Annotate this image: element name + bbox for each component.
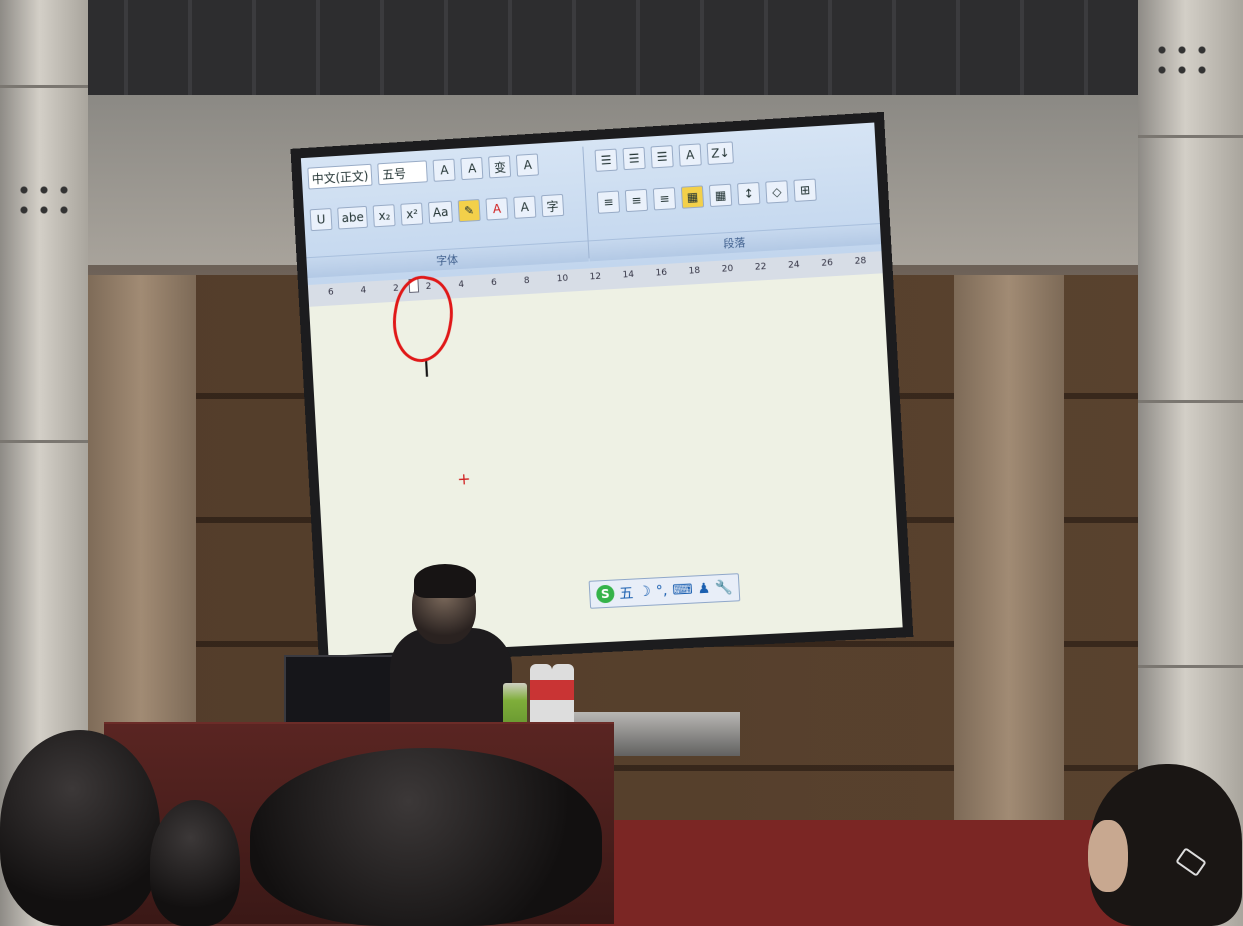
font-row-2: U abe x₂ x² Aa ✎ A A 字 (303, 190, 565, 236)
pillar-ring (1138, 665, 1243, 668)
ruler-tick: 16 (655, 267, 668, 279)
lecture-hall-photo: 中文(正文) 五号 A A 变 A U abe x₂ x² Aa ✎ A A 字 (0, 0, 1243, 926)
bullets-button[interactable]: ☰ (594, 148, 618, 172)
justify-button[interactable]: ▦ (680, 185, 705, 209)
speaker-hair (414, 564, 476, 598)
align-left-button[interactable]: ≡ (596, 190, 621, 214)
pillar-vents (1152, 40, 1212, 80)
char-shading-button[interactable]: A (513, 195, 537, 219)
multilevel-list-button[interactable]: ☰ (650, 145, 674, 169)
red-carpet (580, 820, 1140, 926)
ruler-tick: 12 (589, 271, 602, 283)
ruler-tick: 6 (490, 277, 498, 289)
font-size-select[interactable]: 五号 (377, 160, 429, 186)
pillar-vents (14, 180, 74, 220)
sort-button[interactable]: Z↓ (706, 141, 735, 166)
highlight-icon[interactable]: ✎ (457, 199, 481, 223)
paragraph-row-1: ☰ ☰ ☰ A Z↓ (588, 137, 735, 176)
ruler-tick: 22 (754, 261, 767, 273)
ruler-tick: 6 (327, 287, 334, 298)
pillar-ring (0, 440, 88, 443)
chinese-layout-button[interactable]: A (678, 143, 702, 167)
paragraph-row-2: ≡ ≡ ≡ ▦ ▦ ↕ ◇ ⊞ (591, 175, 817, 219)
ruler-tick: 26 (821, 258, 834, 269)
ruler-tick: 8 (523, 275, 530, 287)
projected-word-window: 中文(正文) 五号 A A 变 A U abe x₂ x² Aa ✎ A A 字 (300, 122, 903, 656)
ruler-tick: 10 (556, 273, 569, 285)
audience-head (0, 730, 160, 926)
ceiling-grille (0, 0, 1243, 110)
ruler-tick: 20 (721, 263, 734, 275)
ruler-tick: 4 (458, 279, 465, 291)
audience-face (1088, 820, 1128, 892)
char-border-button[interactable]: A (516, 153, 540, 177)
enclose-char-button[interactable]: 字 (541, 193, 565, 218)
audience-head (250, 748, 602, 926)
ruler-tick: 18 (688, 265, 701, 277)
distributed-button[interactable]: ▦ (708, 183, 733, 208)
crosshair-icon: + (456, 469, 472, 489)
change-case-button[interactable]: Aa (428, 200, 453, 224)
align-center-button[interactable]: ≡ (624, 188, 649, 213)
projection-screen: 中文(正文) 五号 A A 变 A U abe x₂ x² Aa ✎ A A 字 (290, 111, 914, 667)
align-right-button[interactable]: ≡ (652, 187, 677, 211)
user-icon[interactable]: ♟ (697, 581, 710, 598)
ruler-tick: 4 (360, 285, 367, 296)
sogou-icon[interactable]: S (595, 584, 615, 604)
font-row-1: 中文(正文) 五号 A A 变 A (301, 149, 540, 193)
shading-button[interactable]: ◇ (765, 180, 789, 204)
audience-head (150, 800, 240, 926)
pillar-ring (0, 85, 88, 88)
underline-button[interactable]: U (309, 208, 333, 232)
ruler-tick: 14 (622, 269, 635, 281)
shrink-font-button[interactable]: A (460, 156, 484, 181)
font-name-select[interactable]: 中文(正文) (307, 163, 373, 190)
subscript-button[interactable]: x₂ (373, 204, 396, 228)
ruler-tick: 28 (854, 256, 867, 267)
keyboard-icon[interactable]: ⌨ (672, 582, 693, 599)
moon-icon[interactable]: ☽ (638, 584, 651, 601)
numbering-button[interactable]: ☰ (622, 146, 646, 171)
superscript-button[interactable]: x² (400, 202, 424, 226)
borders-button[interactable]: ⊞ (793, 178, 817, 202)
phonetic-button[interactable]: 变 (488, 155, 512, 179)
font-color-button[interactable]: A (485, 197, 509, 221)
wall-panel-right (954, 275, 1064, 835)
wubi-icon[interactable]: 五 (619, 583, 634, 604)
ruler-tick: 24 (787, 260, 800, 271)
strikethrough-button[interactable]: abe (337, 205, 369, 230)
pillar-ring (1138, 400, 1243, 403)
wrench-icon[interactable]: 🔧 (715, 580, 733, 597)
pillar-ring (1138, 135, 1243, 138)
grow-font-button[interactable]: A (432, 158, 456, 182)
line-spacing-button[interactable]: ↕ (737, 181, 761, 206)
punctuation-icon[interactable]: °, (655, 583, 667, 600)
